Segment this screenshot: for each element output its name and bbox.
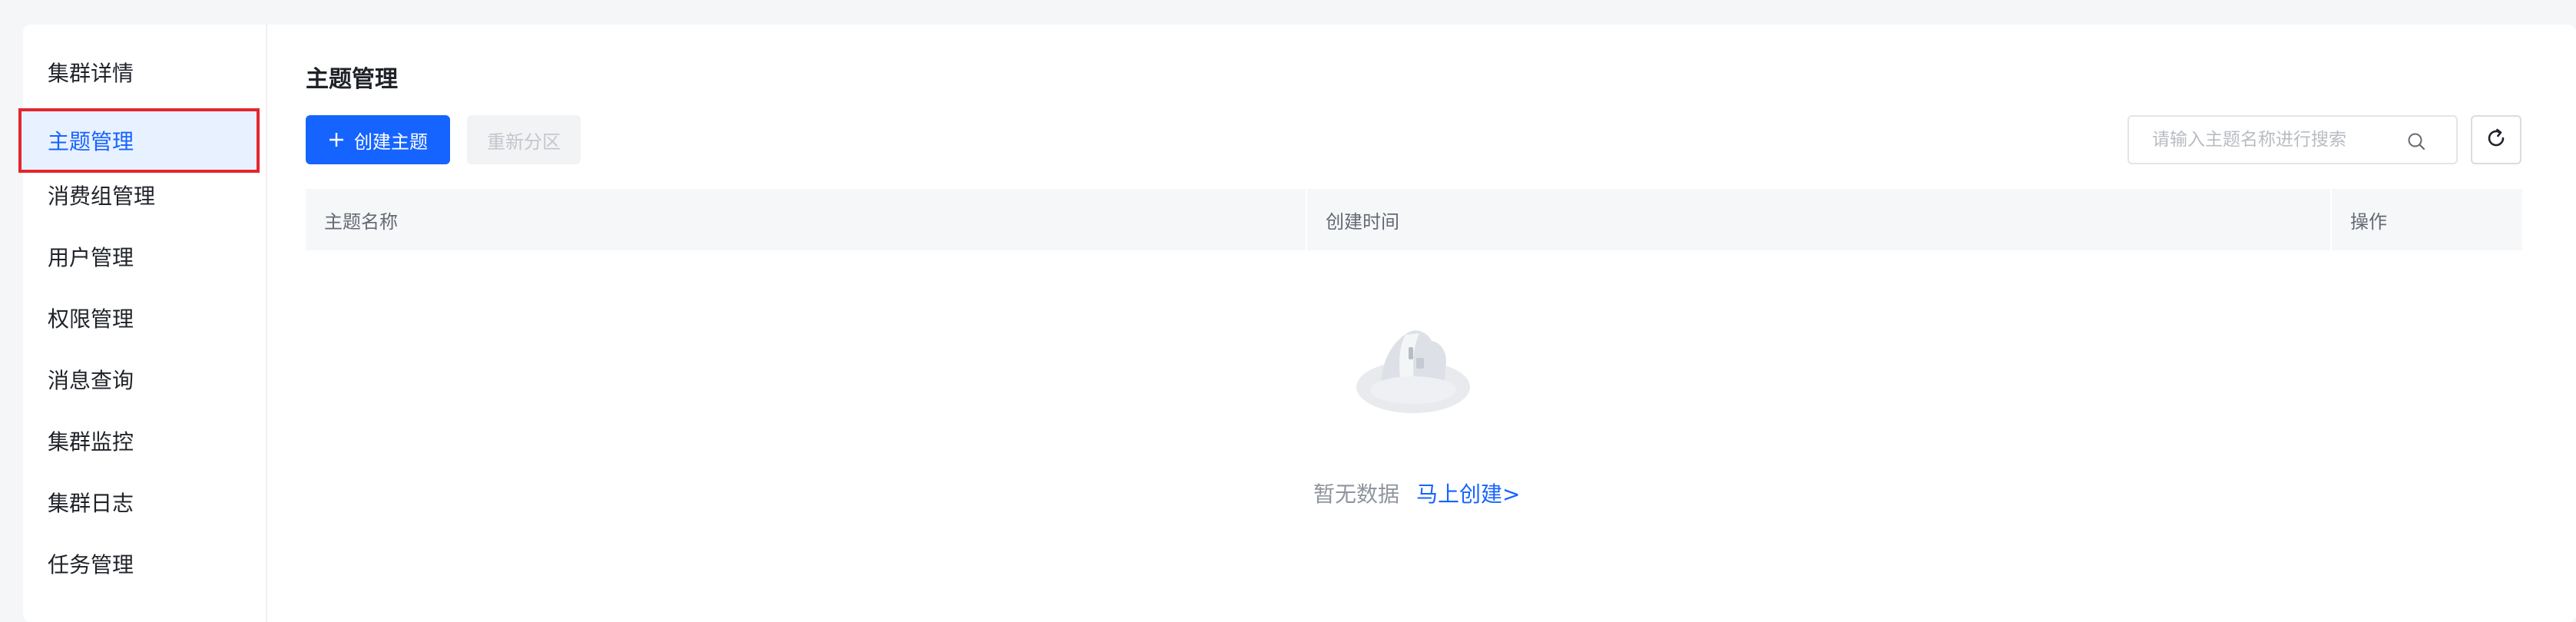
page-title: 主题管理 [306, 66, 398, 93]
content-card: 集群详情 主题管理 消费组管理 用户管理 权限管理 消息查询 集群监控 集群日志… [18, 25, 2576, 622]
create-now-link[interactable]: 马上创建> [1416, 478, 1520, 508]
search-box [2127, 115, 2458, 164]
sidebar-item-label: 主题管理 [48, 129, 134, 154]
repartition-label: 重新分区 [487, 131, 561, 153]
sidebar-item-label: 权限管理 [48, 306, 134, 332]
search-icon[interactable] [2407, 132, 2425, 151]
sidebar: 集群详情 主题管理 消费组管理 用户管理 权限管理 消息查询 集群监控 集群日志… [18, 25, 267, 622]
sidebar-item-cluster-logs[interactable]: 集群日志 [23, 471, 267, 533]
sidebar-item-label: 任务管理 [48, 552, 134, 577]
sidebar-item-label: 消息查询 [48, 368, 134, 393]
sidebar-item-consumer-group-management[interactable]: 消费组管理 [23, 164, 267, 226]
sidebar-item-user-management[interactable]: 用户管理 [23, 226, 267, 287]
column-header-actions: 操作 [2350, 210, 2387, 233]
refresh-button[interactable] [2471, 115, 2521, 164]
search-input[interactable] [2129, 117, 2390, 163]
sidebar-item-message-query[interactable]: 消息查询 [23, 349, 267, 410]
refresh-icon [2484, 126, 2508, 154]
sidebar-item-permission-management[interactable]: 权限管理 [23, 287, 267, 349]
sidebar-item-label: 集群日志 [48, 491, 134, 516]
table-header: 主题名称 创建时间 操作 [306, 189, 2522, 250]
sidebar-item-cluster-monitoring[interactable]: 集群监控 [23, 410, 267, 471]
column-header-topic-name[interactable]: 主题名称 [306, 189, 1306, 250]
sidebar-item-task-management[interactable]: 任务管理 [23, 533, 267, 594]
column-header-created-time[interactable]: 创建时间 [1307, 189, 2306, 250]
create-topic-button[interactable]: 创建主题 [306, 115, 450, 164]
sidebar-item-label: 用户管理 [48, 245, 134, 270]
create-topic-label: 创建主题 [354, 131, 428, 153]
sidebar-item-label: 集群监控 [48, 429, 134, 455]
sidebar-item-topic-management[interactable]: 主题管理 [18, 108, 260, 173]
sidebar-item-cluster-details[interactable]: 集群详情 [23, 41, 267, 103]
repartition-button[interactable]: 重新分区 [467, 115, 581, 164]
empty-state-text: 暂无数据 [1313, 481, 1400, 507]
sidebar-item-label: 消费组管理 [48, 184, 156, 209]
sidebar-item-label: 集群详情 [48, 61, 134, 86]
empty-data-icon [1352, 316, 1475, 416]
plus-icon [328, 127, 345, 152]
